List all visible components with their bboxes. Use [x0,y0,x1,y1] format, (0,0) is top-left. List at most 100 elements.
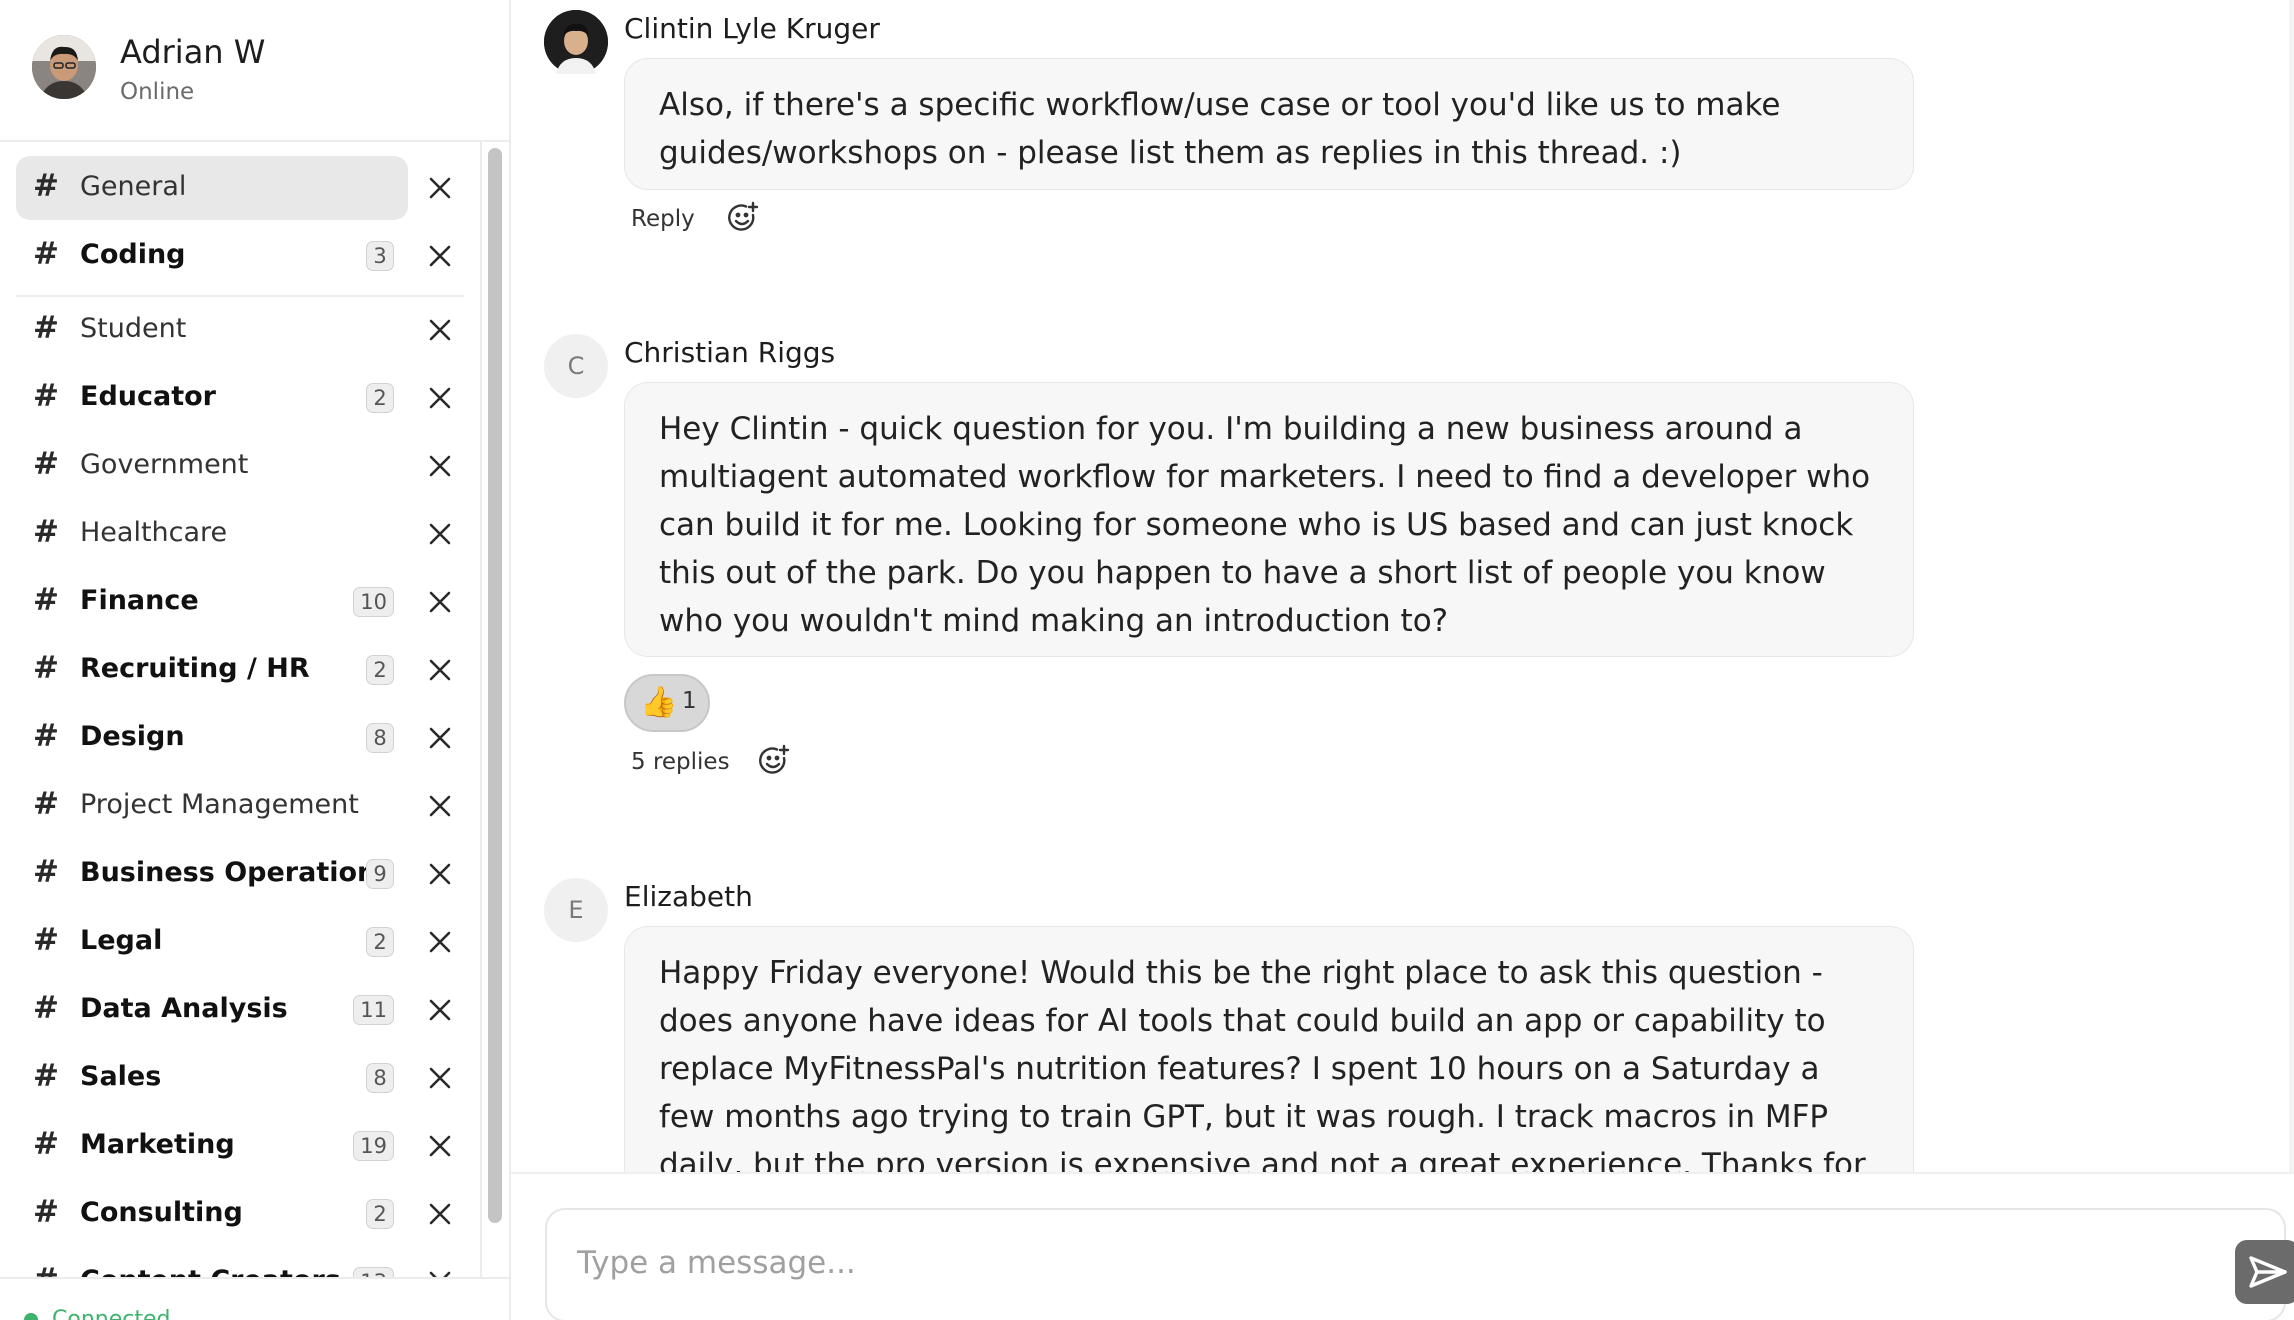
close-icon[interactable] [424,654,456,686]
close-icon[interactable] [424,1198,456,1230]
unread-badge: 10 [353,587,394,617]
hash-icon: # [33,582,59,618]
message-author[interactable]: Clintin Lyle Kruger [624,12,880,45]
channel-item[interactable]: # Government [16,434,464,498]
reaction-chip[interactable]: 👍 1 [624,674,710,732]
channel-item[interactable]: # Design 8 [16,706,464,770]
channel-label: Recruiting / HR [80,653,310,684]
message-list[interactable]: Clintin Lyle Kruger Also, if there's a s… [511,0,2294,1172]
channel-item[interactable]: # Content Creators 13 [16,1250,464,1277]
close-icon[interactable] [424,858,456,890]
close-icon[interactable] [424,1130,456,1162]
send-icon [2249,1256,2287,1288]
author-avatar[interactable]: E [544,878,608,942]
hash-icon: # [33,514,59,550]
channel-item[interactable]: # Student [16,298,464,362]
hash-icon: # [33,922,59,958]
channel-item[interactable]: # Consulting 2 [16,1182,464,1246]
channel-label: Data Analysis [80,993,288,1024]
channel-item[interactable]: # Data Analysis 11 [16,978,464,1042]
close-icon[interactable] [424,790,456,822]
channel-item[interactable]: # Marketing 19 [16,1114,464,1178]
sidebar-scrollbar-thumb[interactable] [488,148,502,1223]
close-icon[interactable] [424,994,456,1026]
channel-label: Marketing [80,1129,235,1160]
unread-badge: 2 [366,383,394,413]
channel-item[interactable]: # Business Operations 9 [16,842,464,906]
channel-item[interactable]: # Recruiting / HR 2 [16,638,464,702]
close-icon[interactable] [424,1062,456,1094]
channel-item[interactable]: # Healthcare [16,502,464,566]
hash-icon: # [33,718,59,754]
add-reaction-icon[interactable] [725,200,761,236]
channel-label: Project Management [80,789,359,820]
connection-status-bar: Connected [0,1277,509,1320]
channel-item[interactable]: # Sales 8 [16,1046,464,1110]
send-button[interactable] [2235,1240,2294,1304]
channel-label: Design [80,721,185,752]
close-icon[interactable] [424,722,456,754]
sidebar: Adrian W Online # General # Coding 3 # Student… [0,0,511,1320]
message-input[interactable] [577,1238,2137,1288]
author-avatar[interactable]: C [544,334,608,398]
close-icon[interactable] [424,518,456,550]
close-icon[interactable] [424,450,456,482]
message-scrollbar[interactable] [2289,0,2294,1172]
channel-label: Finance [80,585,199,616]
add-reaction-icon[interactable] [756,743,792,779]
channel-divider [16,295,464,297]
unread-badge: 2 [366,927,394,957]
author-avatar[interactable] [544,10,608,74]
channel-label: Government [80,449,249,480]
hash-icon: # [33,786,59,822]
hash-icon: # [33,1058,59,1094]
thumbs-up-icon: 👍 [640,685,678,720]
composer-area [511,1172,2294,1320]
channel-label: Content Creators [80,1265,341,1277]
user-name: Adrian W [120,33,266,71]
channel-item[interactable]: # Educator 2 [16,366,464,430]
unread-badge: 3 [366,241,394,271]
unread-badge: 9 [366,859,394,889]
replies-link[interactable]: 5 replies [631,749,730,775]
channel-item[interactable]: # Coding 3 [16,224,464,288]
chat-app: Adrian W Online # General # Coding 3 # Student… [0,0,2294,1320]
message-author[interactable]: Elizabeth [624,880,753,913]
hash-icon: # [33,1126,59,1162]
close-icon[interactable] [424,172,456,204]
channel-label: General [80,171,187,202]
close-icon[interactable] [424,240,456,272]
connection-dot [24,1313,38,1320]
channel-item[interactable]: # Finance 10 [16,570,464,634]
channel-label: Legal [80,925,163,956]
channel-item[interactable]: # Project Management [16,774,464,838]
close-icon[interactable] [424,1266,456,1277]
user-avatar[interactable] [32,35,96,99]
user-status: Online [120,79,195,105]
hash-icon: # [33,650,59,686]
channel-active-highlight [16,156,408,220]
close-icon[interactable] [424,926,456,958]
reply-button[interactable]: Reply [631,206,695,232]
hash-icon: # [33,446,59,482]
message-composer [545,1208,2294,1320]
unread-badge: 8 [366,1063,394,1093]
close-icon[interactable] [424,586,456,618]
hash-icon: # [33,168,59,204]
channel-label: Consulting [80,1197,243,1228]
hash-icon: # [33,1194,59,1230]
channel-item[interactable]: # Legal 2 [16,910,464,974]
user-profile: Adrian W Online [0,0,509,142]
channel-label: Healthcare [80,517,228,548]
message-author[interactable]: Christian Riggs [624,336,835,369]
channel-item[interactable]: # General [16,156,464,220]
channel-label: Business Operations [80,857,393,888]
chat-main: Clintin Lyle Kruger Also, if there's a s… [511,0,2294,1320]
hash-icon: # [33,854,59,890]
hash-icon: # [33,236,59,272]
close-icon[interactable] [424,314,456,346]
channel-label: Educator [80,381,216,412]
close-icon[interactable] [424,382,456,414]
message-bubble: Happy Friday everyone! Would this be the… [624,926,1914,1172]
channel-label: Coding [80,239,186,270]
